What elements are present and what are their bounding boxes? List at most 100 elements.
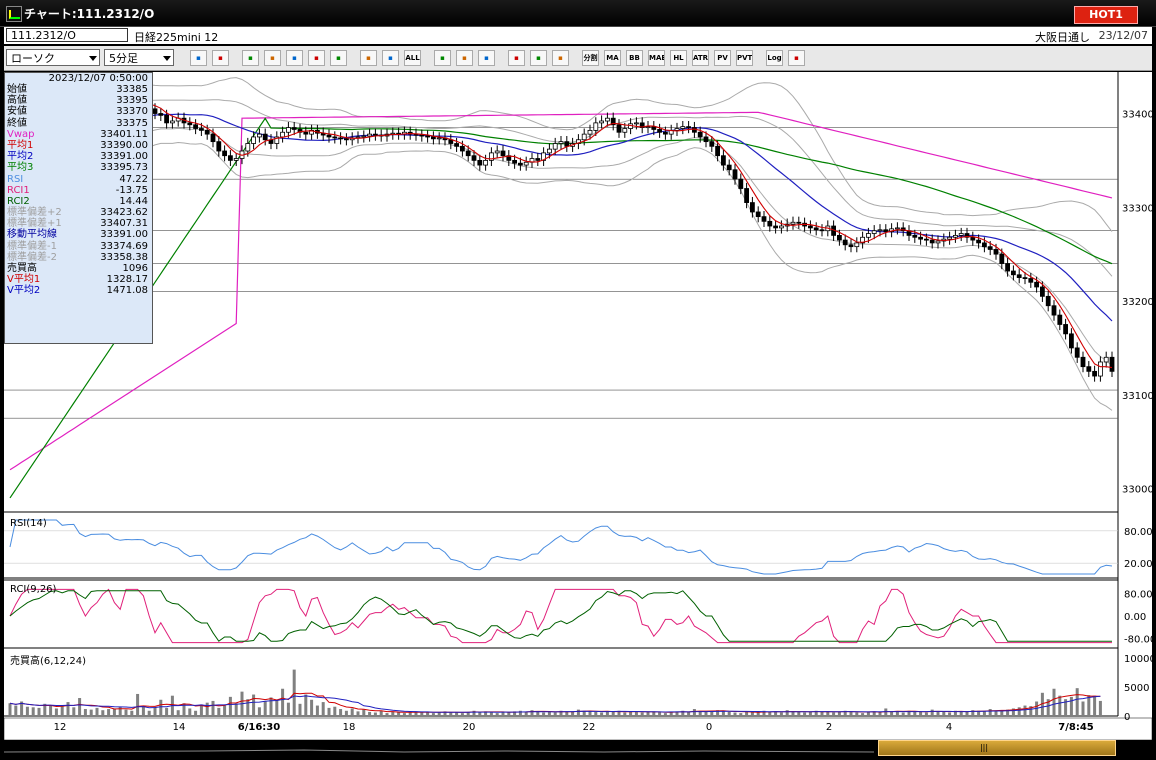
- horizontal-scrollbar[interactable]: |||: [4, 740, 1152, 758]
- hot-button[interactable]: HOT1: [1074, 6, 1138, 24]
- volume-bar: [368, 711, 372, 716]
- toolbar-btn-18[interactable]: BB: [626, 50, 643, 66]
- volume-bar: [1087, 695, 1091, 716]
- volume-bar: [687, 711, 691, 716]
- candle-body: [773, 225, 778, 229]
- data-row-key: 平均3: [7, 162, 34, 174]
- candle-body: [813, 227, 819, 231]
- volume-bar: [611, 711, 615, 716]
- symbol-input[interactable]: 111.2312/O: [6, 28, 128, 42]
- volume-bar: [542, 712, 546, 716]
- candle-icon[interactable]: ▪: [360, 50, 377, 66]
- volume-bar: [634, 711, 638, 716]
- volume-bar: [890, 711, 894, 716]
- x-axis-label: 7/8:45: [1058, 722, 1094, 733]
- candle-body: [581, 133, 587, 141]
- volume-bar: [136, 693, 140, 716]
- cursor-icon[interactable]: ▪: [212, 50, 229, 66]
- vol-tick: 0: [1124, 712, 1130, 723]
- palette-icon[interactable]: ▪: [552, 50, 569, 66]
- volume-bar: [704, 711, 708, 716]
- volume-bar: [217, 707, 221, 716]
- export-icon[interactable]: ▪: [788, 50, 805, 66]
- data-row-value: 1471.08: [106, 285, 148, 297]
- volume-bar: [339, 709, 343, 716]
- data-row-key: 平均2: [7, 151, 34, 163]
- toolbar-btn-20[interactable]: HL: [670, 50, 687, 66]
- session-name: 大阪日通し: [1035, 31, 1090, 44]
- chart-type-select[interactable]: ローソク: [6, 49, 100, 66]
- volume-bar: [49, 704, 53, 716]
- candle2-icon[interactable]: ▪: [382, 50, 399, 66]
- flag-icon[interactable]: ▪: [478, 50, 495, 66]
- wrench-icon[interactable]: ▪: [530, 50, 547, 66]
- data-row: 移動平均線 33391.00: [5, 229, 152, 240]
- rci1-line: [9, 588, 1112, 644]
- toolbar-btn-22[interactable]: PV: [714, 50, 731, 66]
- candle-body: [703, 136, 709, 143]
- candle-body: [1051, 305, 1057, 316]
- candle-body: [523, 161, 529, 166]
- data-row-value: 1328.17: [106, 274, 148, 286]
- candle-body: [245, 143, 251, 152]
- toolbar-btn-21[interactable]: ATR: [692, 50, 709, 66]
- candle-body: [1063, 324, 1068, 335]
- toolbar-btn-19[interactable]: MAE: [648, 50, 665, 66]
- volume-bar: [95, 707, 99, 716]
- bell-icon[interactable]: ▪: [242, 50, 259, 66]
- price-tick: 33100: [1122, 391, 1152, 402]
- volume-bar: [1069, 696, 1073, 716]
- volume-bar: [8, 703, 12, 716]
- candle-body: [761, 216, 767, 222]
- toolbar-btn-9[interactable]: ALL: [404, 50, 421, 66]
- data-row-value: 33407.31: [100, 218, 148, 230]
- volume-bar: [25, 706, 29, 716]
- candle-body: [976, 239, 981, 244]
- clock-icon[interactable]: ▪: [264, 50, 281, 66]
- candle-body: [552, 143, 558, 150]
- chart-app-icon: [6, 6, 22, 22]
- volume-bar: [234, 703, 238, 716]
- pen-icon[interactable]: ▪: [434, 50, 451, 66]
- candle-body: [726, 164, 732, 171]
- x-axis-label: 14: [173, 722, 186, 733]
- toolbar-btn-16[interactable]: 分割: [582, 50, 599, 66]
- split-icon[interactable]: ▪: [308, 50, 325, 66]
- info-icon[interactable]: ▪: [330, 50, 347, 66]
- chart-area[interactable]: 33000 33100 33200 33300 33400 80.00 20.00 80.00…: [4, 72, 1152, 740]
- x-axis-label: 6/16:30: [238, 722, 280, 733]
- arrow-icon[interactable]: ▪: [456, 50, 473, 66]
- volume-bar: [54, 708, 58, 716]
- toolbar-btn-23[interactable]: PVT: [736, 50, 753, 66]
- chart-canvas[interactable]: 330003310033200333003340080.0020.0080.00…: [4, 72, 1152, 740]
- candle-body: [1034, 281, 1039, 288]
- data-row-value: 33391.00: [100, 229, 148, 241]
- data-row-key: V平均2: [7, 285, 41, 297]
- gear-icon[interactable]: ▪: [508, 50, 525, 66]
- volume-bar: [942, 711, 946, 716]
- volume-bar: [571, 711, 575, 716]
- candle-body: [518, 162, 523, 166]
- x-axis-label: 20: [463, 722, 476, 733]
- volume-bar: [785, 710, 789, 716]
- volume-bar: [130, 710, 134, 716]
- chart-icon[interactable]: ▪: [286, 50, 303, 66]
- candle-body: [430, 136, 436, 140]
- data-row-key: 始値: [7, 84, 27, 95]
- volume-bar: [460, 713, 464, 716]
- data-row-value: 14.44: [119, 195, 148, 207]
- candle-body: [1069, 333, 1074, 349]
- candle-body: [471, 155, 477, 161]
- candle-body: [558, 141, 564, 144]
- toolbar-btn-17[interactable]: MA: [604, 50, 621, 66]
- data-row-key: RSI: [7, 173, 24, 185]
- window-titlebar: チャート:111.2312/O HOT1: [0, 0, 1156, 27]
- toolbar-btn-24[interactable]: Log: [766, 50, 783, 66]
- search-icon[interactable]: ▪: [190, 50, 207, 66]
- data-row-key: 標準偏差+2: [7, 207, 62, 219]
- scroll-thumb[interactable]: |||: [878, 740, 1116, 756]
- candle-body: [1086, 366, 1092, 372]
- candle-body: [709, 141, 715, 147]
- product-name: 日経225mini 12: [134, 31, 219, 44]
- interval-select[interactable]: 5分足: [104, 49, 174, 66]
